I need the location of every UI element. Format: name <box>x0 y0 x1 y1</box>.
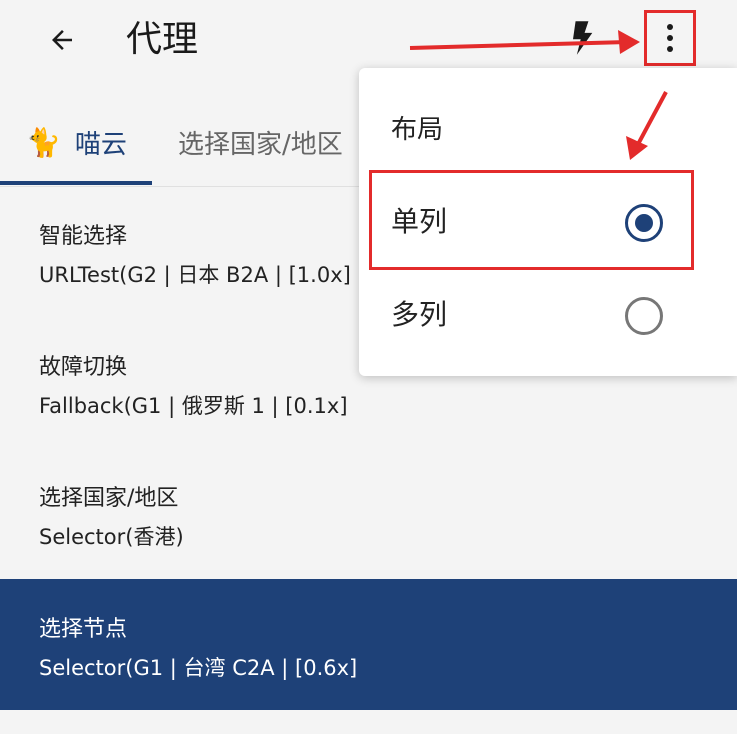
arrow-left-icon <box>52 30 72 50</box>
proxy-group-value: Selector(香港) <box>39 525 184 549</box>
lightning-icon <box>573 21 593 55</box>
proxy-group-name: 选择国家/地区 <box>39 486 179 511</box>
menu-option-multi-column[interactable]: 多列 <box>359 279 737 351</box>
proxy-group-value: Selector(G1 | 台湾 C2A | [0.6x] <box>39 656 358 680</box>
tab-miaoyun[interactable]: 🐈 喵云 <box>26 100 127 184</box>
back-button[interactable] <box>40 18 84 62</box>
more-vert-dot <box>667 46 673 52</box>
tab-label: 选择国家/地区 <box>178 129 343 160</box>
highlight-box <box>369 170 694 270</box>
tab-country-region[interactable]: 选择国家/地区 <box>178 100 343 184</box>
proxy-group-item[interactable]: 选择国家/地区 Selector(香港) <box>0 448 737 576</box>
tab-indicator <box>0 181 152 185</box>
menu-header: 布局 <box>391 115 444 145</box>
speed-test-button[interactable] <box>566 20 598 56</box>
option-label: 多列 <box>391 298 448 331</box>
proxy-group-name: 选择节点 <box>39 617 128 642</box>
more-options-button[interactable] <box>644 10 696 66</box>
proxy-group-item-selected[interactable]: 选择节点 Selector(G1 | 台湾 C2A | [0.6x] <box>0 579 737 710</box>
cat-icon: 🐈 <box>26 125 61 159</box>
radio-unchecked-icon[interactable] <box>625 297 663 335</box>
more-vert-dot <box>667 35 673 41</box>
proxy-group-value: Fallback(G1 | 俄罗斯 1 | [0.1x] <box>39 394 348 418</box>
more-vert-icon <box>667 24 673 30</box>
tab-label: 喵云 <box>74 129 127 160</box>
page-title: 代理 <box>126 19 199 60</box>
